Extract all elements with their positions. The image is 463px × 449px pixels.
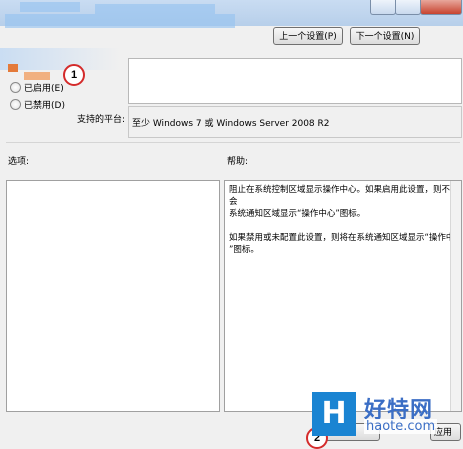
- watermark-url: haote.com: [364, 419, 438, 434]
- platform-box: 至少 Windows 7 或 Windows Server 2008 R2: [128, 106, 462, 138]
- options-panel: [6, 180, 220, 412]
- blurred-title: [20, 2, 80, 12]
- divider: [6, 142, 460, 143]
- blurred-area: [0, 48, 120, 70]
- next-setting-button[interactable]: 下一个设置(N): [350, 27, 420, 45]
- disabled-label: 已禁用(D): [24, 101, 65, 111]
- disabled-radio[interactable]: [10, 99, 21, 110]
- help-scrollbar[interactable]: [450, 181, 461, 411]
- options-section-label: 选项:: [8, 157, 30, 167]
- callout-1: 1: [63, 64, 85, 86]
- close-button[interactable]: [420, 0, 462, 15]
- comment-box[interactable]: [128, 58, 462, 104]
- enabled-label: 已启用(E): [24, 84, 64, 94]
- minimize-button[interactable]: [370, 0, 396, 15]
- blurred-title-2: [95, 4, 215, 14]
- help-section-label: 帮助:: [227, 157, 249, 167]
- selection-marker-2: [24, 72, 50, 80]
- selection-marker: [8, 64, 18, 72]
- platform-label: 支持的平台:: [77, 115, 126, 125]
- watermark-logo: H: [312, 392, 356, 436]
- help-panel: 阻止在系统控制区域显示操作中心。如果启用此设置，则不会 系统通知区域显示“操作中…: [224, 180, 462, 412]
- enabled-radio[interactable]: [10, 82, 21, 93]
- platform-value: 至少 Windows 7 或 Windows Server 2008 R2: [132, 119, 330, 129]
- blurred-title-3: [5, 14, 235, 28]
- previous-setting-button[interactable]: 上一个设置(P): [273, 27, 343, 45]
- maximize-button[interactable]: [395, 0, 421, 15]
- help-text: 阻止在系统控制区域显示操作中心。如果启用此设置，则不会 系统通知区域显示“操作中…: [229, 185, 455, 255]
